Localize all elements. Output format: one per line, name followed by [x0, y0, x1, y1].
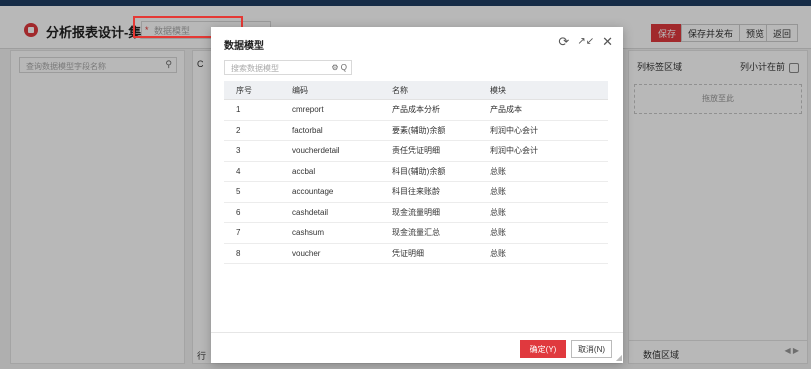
cell-code: voucherdetail [280, 140, 380, 162]
cell-no: 7 [224, 222, 280, 244]
cell-no: 5 [224, 181, 280, 203]
column-header-code: 编码 [280, 81, 380, 100]
cell-module: 总账 [478, 222, 608, 244]
resize-grip-icon[interactable]: ◢ [616, 353, 622, 362]
cell-module: 产品成本 [478, 99, 608, 121]
model-search-box[interactable]: ⚙ Q [224, 60, 352, 75]
cell-code: factorbal [280, 120, 380, 141]
cell-no: 4 [224, 161, 280, 182]
column-header-module: 模块 [478, 81, 608, 100]
table-row[interactable]: 7 cashsum 现金流量汇总 总账 [224, 222, 608, 244]
dialog-footer: 确定(Y) 取消(N) ◢ [211, 332, 623, 363]
cell-code: cashsum [280, 222, 380, 244]
column-header-no: 序号 [224, 81, 280, 100]
expand-icon[interactable]: ↗↙ [577, 32, 594, 52]
cell-module: 总账 [478, 243, 608, 264]
cell-name: 凭证明细 [380, 243, 478, 264]
cell-no: 3 [224, 140, 280, 162]
table-row[interactable]: 1 cmreport 产品成本分析 产品成本 [224, 99, 608, 121]
dialog-tools: ⟳ ↗↙ ✕ [558, 32, 613, 52]
cell-module: 总账 [478, 161, 608, 182]
cell-no: 1 [224, 99, 280, 121]
cell-no: 8 [224, 243, 280, 264]
table-row[interactable]: 2 factorbal 要素(辅助)余额 利润中心会计 [224, 120, 608, 141]
cell-name: 产品成本分析 [380, 99, 478, 121]
cell-code: cashdetail [280, 202, 380, 223]
column-header-name: 名称 [380, 81, 478, 100]
table-row[interactable]: 4 accbal 科目(辅助)余额 总账 [224, 161, 608, 182]
cell-module: 利润中心会计 [478, 120, 608, 141]
cell-module: 利润中心会计 [478, 140, 608, 162]
cell-code: accbal [280, 161, 380, 182]
cell-name: 科目(辅助)余额 [380, 161, 478, 182]
cell-name: 要素(辅助)余额 [380, 120, 478, 141]
cancel-button[interactable]: 取消(N) [571, 340, 612, 358]
cell-module: 总账 [478, 202, 608, 223]
cell-no: 6 [224, 202, 280, 223]
cell-code: accountage [280, 181, 380, 203]
cell-name: 责任凭证明细 [380, 140, 478, 162]
close-icon[interactable]: ✕ [602, 32, 613, 52]
table-row[interactable]: 6 cashdetail 现金流量明细 总账 [224, 202, 608, 223]
model-search-input[interactable] [229, 62, 325, 75]
table-row[interactable]: 5 accountage 科目往来账龄 总账 [224, 181, 608, 203]
table-row[interactable]: 8 voucher 凭证明细 总账 [224, 243, 608, 264]
data-model-dialog: 数据模型 ⟳ ↗↙ ✕ ⚙ Q 序号 编码 名称 模块 1 cmreport 产… [211, 27, 623, 363]
cell-code: cmreport [280, 99, 380, 121]
dialog-title: 数据模型 [224, 41, 264, 52]
cell-name: 现金流量汇总 [380, 222, 478, 244]
refresh-icon[interactable]: ⟳ [558, 32, 569, 52]
data-model-table: 序号 编码 名称 模块 1 cmreport 产品成本分析 产品成本 2 fac… [224, 81, 608, 264]
settings-search-icon[interactable]: ⚙ Q [331, 61, 347, 74]
confirm-button[interactable]: 确定(Y) [520, 340, 566, 358]
cell-no: 2 [224, 120, 280, 141]
cell-module: 总账 [478, 181, 608, 203]
cell-name: 科目往来账龄 [380, 181, 478, 203]
cell-name: 现金流量明细 [380, 202, 478, 223]
cell-code: voucher [280, 243, 380, 264]
table-row[interactable]: 3 voucherdetail 责任凭证明细 利润中心会计 [224, 140, 608, 162]
table-header-row: 序号 编码 名称 模块 [224, 81, 608, 100]
